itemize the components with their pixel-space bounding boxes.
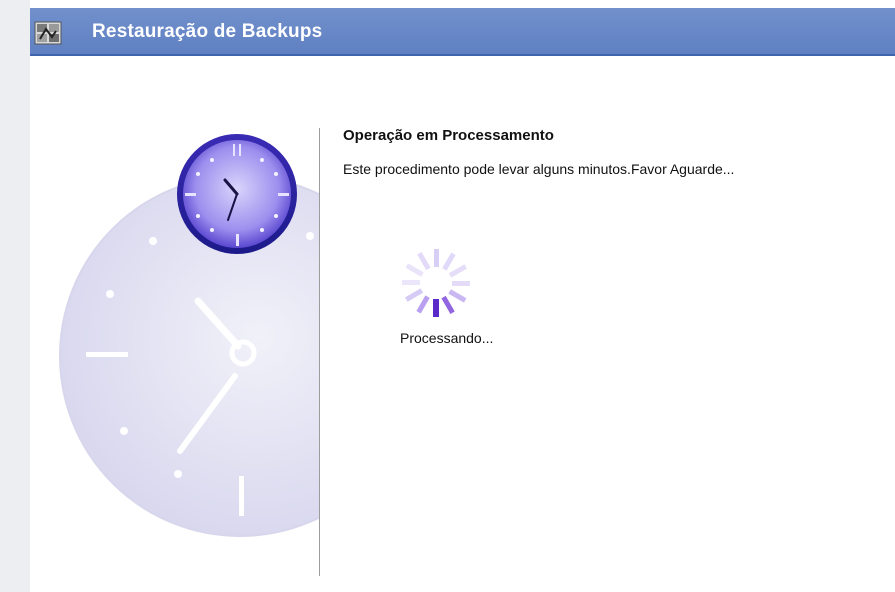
left-gutter [0,0,30,592]
backup-restore-icon [34,20,62,46]
wait-message: Este procedimento pode levar alguns minu… [343,161,735,177]
spinner-spoke [434,249,439,267]
vertical-divider [319,128,320,576]
processing-status: Processando... [400,330,494,346]
clock-illustration [30,56,320,561]
loading-spinner-icon [398,245,482,326]
window-title: Restauração de Backups [92,21,323,42]
operation-heading: Operação em Processamento [343,127,554,144]
titlebar: Restauração de Backups [30,8,895,56]
small-clock-face [177,134,297,254]
